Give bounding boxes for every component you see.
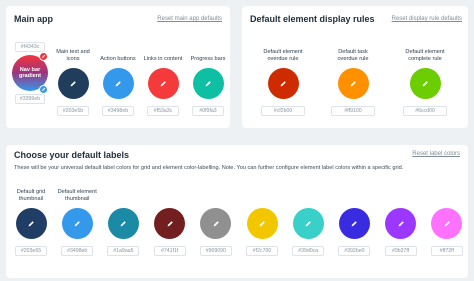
label-color-hex[interactable]: #1a9aa5 <box>107 246 140 256</box>
display-rules-panel: Default element display rules Reset disp… <box>242 6 468 128</box>
main-text-swatch[interactable] <box>57 68 89 99</box>
pen-icon <box>444 220 450 226</box>
label-color-column: #ff72ff <box>425 175 469 256</box>
action-buttons-hex[interactable]: #3498eb <box>102 106 134 116</box>
label-color-swatch[interactable] <box>107 208 139 239</box>
navbar-hex-bottom[interactable]: #3399eb <box>15 94 45 104</box>
pen-icon <box>280 80 286 86</box>
label-color-label: Default grid thumbnail <box>16 189 46 202</box>
pen-icon <box>115 80 121 86</box>
links-hex[interactable]: #f53a3c <box>147 106 179 116</box>
label-color-column: #9b37ff <box>379 175 423 256</box>
navbar-gradient-swatch: Nav bar gradient <box>12 52 48 94</box>
label-color-swatch[interactable] <box>292 208 324 239</box>
label-color-swatch[interactable] <box>431 208 463 239</box>
label-color-hex[interactable]: #ff72ff <box>430 246 463 256</box>
label-color-swatch[interactable] <box>200 208 232 239</box>
label-color-hex[interactable]: #3498eb <box>61 246 94 256</box>
action-buttons-label: Action buttons <box>100 56 136 62</box>
task-overdue-rule-swatch[interactable] <box>337 68 369 99</box>
progress-bars-label: Progress bars <box>190 56 226 62</box>
complete-rule-label: Default element complete rule <box>405 49 445 62</box>
pen-icon <box>350 80 356 86</box>
pen-icon <box>167 220 173 226</box>
label-color-label: Default element thumbnail <box>57 189 97 202</box>
overdue-rule-swatch[interactable] <box>267 68 299 99</box>
navbar-gradient-label: Nav bar gradient <box>18 66 42 80</box>
label-color-hex[interactable]: #392be0 <box>338 246 371 256</box>
label-color-hex[interactable]: #909090 <box>199 246 232 256</box>
progress-bars-hex[interactable]: #0f9fa3 <box>192 106 224 116</box>
progress-bars-swatch[interactable] <box>192 68 224 99</box>
complete-rule-hex[interactable]: #6ccd00 <box>403 106 447 116</box>
label-color-hex[interactable]: #f2c700 <box>246 246 278 256</box>
main-app-title: Main app <box>14 14 54 24</box>
label-color-column: #909090 <box>194 175 238 256</box>
links-column: Links in content #f53a3c <box>141 42 185 116</box>
pen-icon <box>74 220 80 226</box>
action-buttons-swatch[interactable] <box>102 68 134 99</box>
label-color-column: #741f1f <box>148 175 192 256</box>
label-color-swatch[interactable] <box>15 208 47 239</box>
pen-icon <box>398 220 404 226</box>
label-color-column: Default element thumbnail #3498eb <box>55 175 99 256</box>
links-label: Links in content <box>143 56 183 62</box>
default-labels-panel: Choose your default labels Reset label c… <box>6 145 468 278</box>
label-color-column: Default grid thumbnail #203e65 <box>9 175 53 256</box>
navbar-bottom-pen-icon[interactable] <box>39 85 48 94</box>
label-color-swatch[interactable] <box>338 208 370 239</box>
main-app-panel: Main app Reset main app defaults #f4343c… <box>6 6 230 128</box>
reset-main-app-link[interactable]: Reset main app defaults <box>157 16 222 22</box>
progress-bars-column: Progress bars #0f9fa3 <box>186 42 230 116</box>
main-text-hex[interactable]: #203e5b <box>57 106 89 116</box>
label-color-swatch[interactable] <box>61 208 93 239</box>
main-text-column: Main text and icons #203e5b <box>51 42 95 116</box>
reset-labels-link[interactable]: Reset label colors <box>412 151 460 157</box>
label-color-column: #392be0 <box>332 175 376 256</box>
navbar-gradient-column: #f4343c Nav bar gradient #3399eb <box>10 42 50 104</box>
complete-rule-swatch[interactable] <box>409 68 441 99</box>
label-color-hex[interactable]: #741f1f <box>153 246 186 256</box>
navbar-top-pen-icon[interactable] <box>39 52 48 61</box>
pen-icon <box>205 80 211 86</box>
navbar-hex-top[interactable]: #f4343c <box>15 42 45 52</box>
pen-icon <box>28 220 34 226</box>
overdue-rule-label: Default element overdue rule <box>263 49 303 62</box>
links-swatch[interactable] <box>147 68 179 99</box>
default-labels-title: Choose your default labels <box>14 150 130 160</box>
pen-icon <box>70 80 76 86</box>
display-rules-title: Default element display rules <box>250 14 375 24</box>
pen-icon <box>422 80 428 86</box>
label-color-hex[interactable]: #203e65 <box>15 246 47 256</box>
pen-icon <box>259 220 265 226</box>
label-color-column: #1a9aa5 <box>101 175 145 256</box>
overdue-rule-column: Default element overdue rule #cf2b00 <box>258 42 308 116</box>
task-overdue-rule-label: Default task overdue rule <box>337 49 369 62</box>
reset-display-rules-link[interactable]: Reset display rule defaults <box>392 16 462 22</box>
pen-icon <box>213 220 219 226</box>
task-overdue-rule-hex[interactable]: #ff9100 <box>331 106 375 116</box>
overdue-rule-hex[interactable]: #cf2b00 <box>261 106 305 116</box>
complete-rule-column: Default element complete rule #6ccd00 <box>400 42 450 116</box>
pen-icon <box>120 220 127 226</box>
main-text-label: Main text and icons <box>56 49 90 62</box>
label-color-hex[interactable]: #39d0ca <box>292 246 325 256</box>
label-color-swatch[interactable] <box>385 208 417 239</box>
pen-icon <box>351 220 358 226</box>
label-color-column: #39d0ca <box>286 175 330 256</box>
pen-icon <box>305 220 311 226</box>
label-color-hex[interactable]: #9b37ff <box>384 246 417 256</box>
label-color-swatch[interactable] <box>154 208 186 239</box>
label-color-column: #f2c700 <box>240 175 284 256</box>
default-labels-description: These will be your universal default lab… <box>14 165 404 171</box>
action-buttons-column: Action buttons #3498eb <box>96 42 140 116</box>
pen-icon <box>160 80 166 86</box>
label-color-swatch[interactable] <box>246 208 278 239</box>
task-overdue-rule-column: Default task overdue rule #ff9100 <box>328 42 378 116</box>
